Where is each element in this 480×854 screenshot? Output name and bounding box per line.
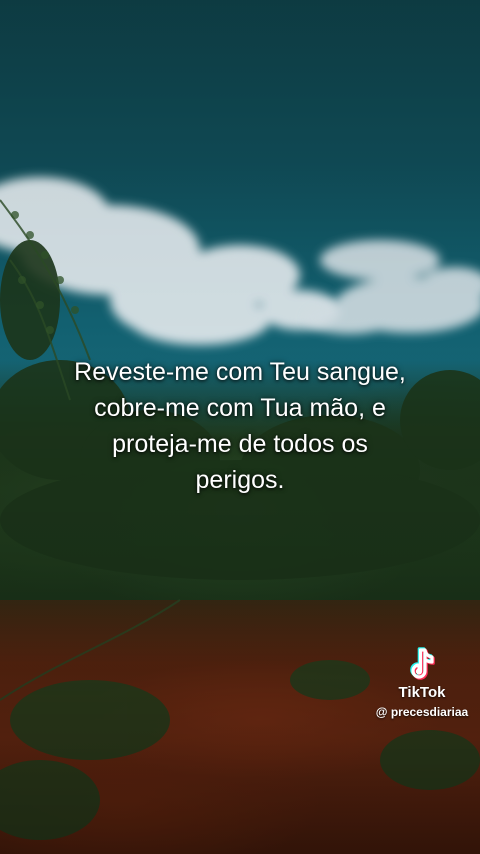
creator-handle: @ precesdiariaa — [375, 705, 469, 719]
tiktok-brand-label: TikTok — [398, 684, 446, 701]
caption-line: proteja-me de todos os — [112, 430, 368, 458]
tiktok-logo-icon — [410, 647, 435, 680]
caption-line: cobre-me com Tua mão, e — [94, 394, 386, 422]
caption-line: Reveste-me com Teu sangue, — [74, 358, 406, 386]
caption-line: perigos. — [195, 466, 285, 494]
prayer-caption: Reveste-me com Teu sangue, cobre-me com … — [40, 354, 440, 498]
tiktok-watermark: TikTok @ precesdiariaa — [368, 646, 476, 720]
video-frame: Reveste-me com Teu sangue, cobre-me com … — [0, 0, 480, 854]
